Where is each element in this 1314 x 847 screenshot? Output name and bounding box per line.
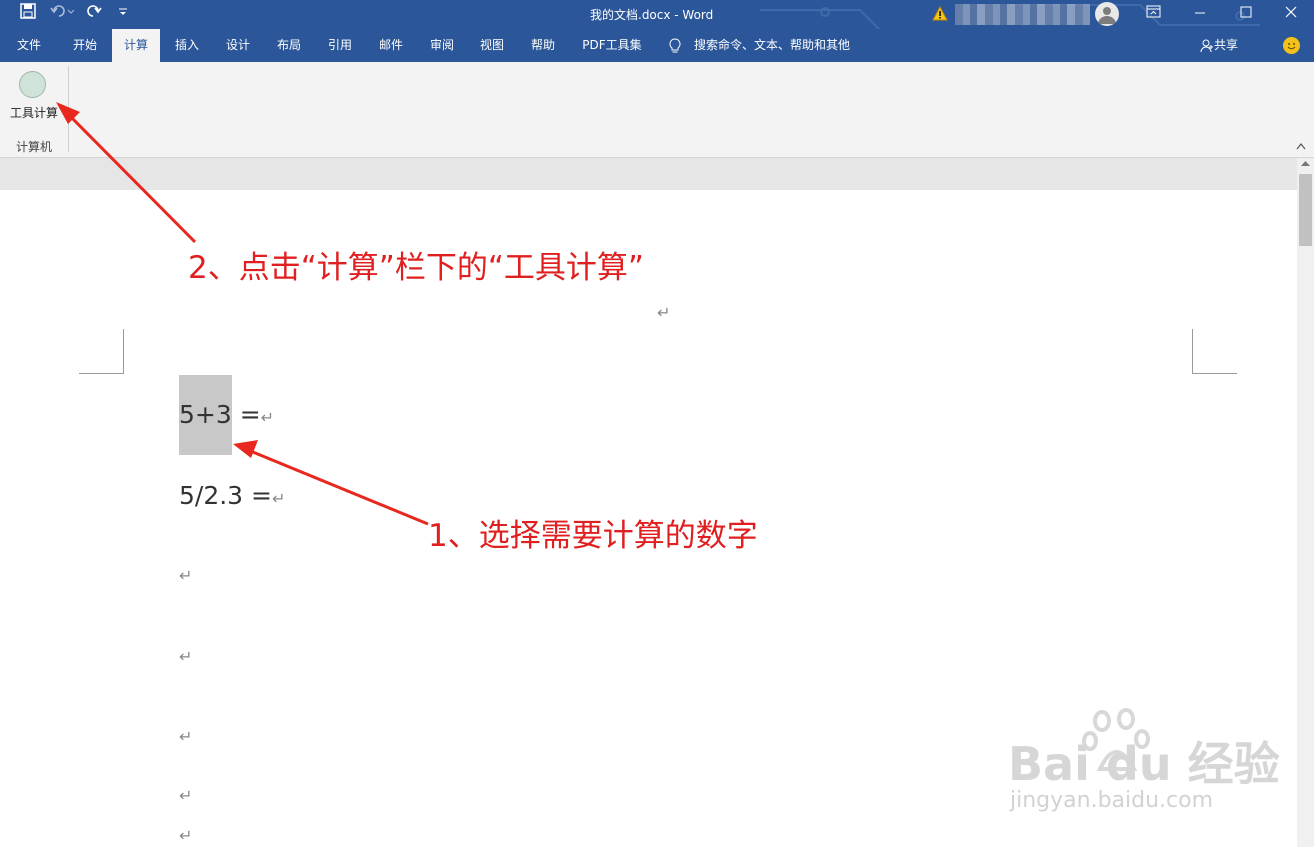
customize-icon[interactable] [118, 3, 128, 23]
paragraph-mark: ↵ [179, 566, 193, 585]
selected-numbers[interactable]: 5+3 [179, 375, 232, 455]
avatar[interactable] [1095, 2, 1119, 26]
paragraph-mark: ↵ [657, 303, 671, 322]
redo-icon[interactable] [86, 3, 102, 23]
account-name-blurred[interactable] [955, 4, 1090, 25]
baidu-watermark: Bai du 经验 [1008, 737, 1280, 791]
vertical-scrollbar[interactable] [1297, 158, 1314, 847]
tab-help[interactable]: 帮助 [519, 29, 567, 62]
minimize-icon[interactable] [1194, 5, 1206, 23]
ribbon-tab-bar: 文件 开始 计算 插入 设计 布局 引用 邮件 审阅 视图 帮助 PDF工具集 … [0, 29, 1314, 62]
scroll-up-icon[interactable] [1301, 159, 1310, 169]
person-icon [1200, 39, 1213, 52]
warning-icon[interactable] [932, 5, 948, 25]
tell-me-search[interactable]: 搜索命令、文本、帮助和其他 [668, 29, 850, 62]
paragraph-mark: ↵ [179, 647, 193, 666]
margin-corner-left [79, 329, 124, 374]
tab-design[interactable]: 设计 [214, 29, 262, 62]
margin-corner-right [1192, 329, 1237, 374]
title-bar: 我的文档.docx - Word [0, 0, 1314, 56]
ribbon-group-label: 计算机 [15, 140, 52, 154]
tab-home[interactable]: 开始 [60, 29, 110, 62]
calculator-circle-icon [19, 71, 46, 98]
tab-insert[interactable]: 插入 [163, 29, 211, 62]
feedback-smiley-icon[interactable] [1283, 37, 1300, 54]
scrollbar-thumb[interactable] [1299, 174, 1312, 246]
tab-mailings[interactable]: 邮件 [367, 29, 415, 62]
paragraph-mark: ↵ [179, 727, 193, 746]
collapse-ribbon-icon[interactable] [1296, 140, 1306, 153]
paragraph-mark: ↵ [179, 786, 193, 805]
tab-calculate[interactable]: 计算 [112, 29, 160, 62]
ribbon-group-separator [68, 66, 69, 152]
save-icon[interactable] [20, 3, 36, 23]
ribbon-panel: 工具计算 计算机 [0, 62, 1314, 158]
share-label: 共享 [1214, 38, 1239, 52]
tool-calculate-button[interactable]: 工具计算 [4, 66, 64, 122]
tell-me-text: 搜索命令、文本、帮助和其他 [694, 38, 851, 52]
tab-view[interactable]: 视图 [468, 29, 516, 62]
equals-sign: = [231, 400, 261, 429]
paragraph-mark: ↵ [271, 489, 286, 508]
ruler-gap [0, 158, 1297, 190]
tab-layout[interactable]: 布局 [265, 29, 313, 62]
tab-references[interactable]: 引用 [316, 29, 364, 62]
window-title: 我的文档.docx - Word [590, 8, 714, 22]
annotation-step-2: 2、点击“计算”栏下的“工具计算” [188, 250, 644, 286]
tab-review[interactable]: 审阅 [418, 29, 466, 62]
paragraph-mark: ↵ [260, 408, 275, 427]
expression-line-2[interactable]: 5/2.3 =↵ [179, 478, 285, 514]
expression-text: 5/2.3 = [179, 481, 272, 510]
tool-calculate-label: 工具计算 [9, 106, 58, 120]
ribbon-display-options-icon[interactable] [1146, 5, 1162, 23]
baidu-watermark-url: jingyan.baidu.com [1010, 788, 1214, 813]
undo-icon[interactable] [50, 3, 75, 23]
close-icon[interactable] [1285, 5, 1297, 23]
expression-line-1[interactable]: 5+3 =↵ [179, 375, 274, 455]
tab-file[interactable]: 文件 [4, 29, 54, 62]
share-button[interactable]: 共享 [1200, 29, 1238, 62]
maximize-icon[interactable] [1240, 5, 1252, 23]
lightbulb-icon [669, 37, 681, 52]
tab-pdf-tools[interactable]: PDF工具集 [574, 29, 650, 62]
paragraph-mark: ↵ [179, 826, 193, 845]
annotation-step-1: 1、选择需要计算的数字 [428, 518, 758, 554]
